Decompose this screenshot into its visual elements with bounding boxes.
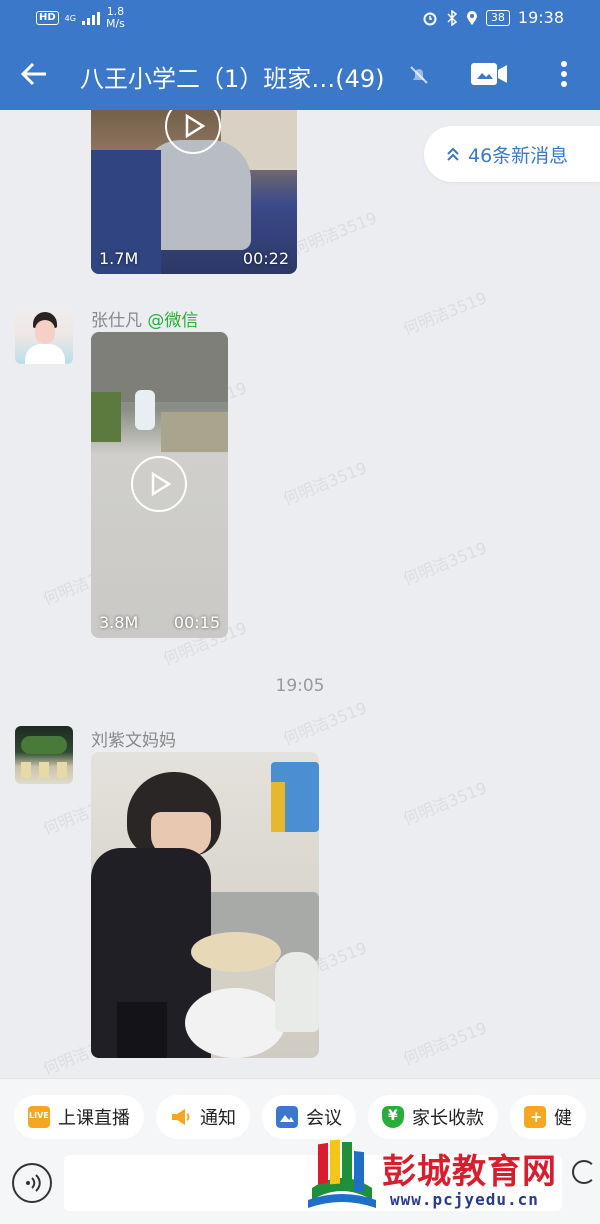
watermark: 何明洁3519 (400, 287, 490, 339)
bluetooth-icon (447, 9, 458, 26)
watermark: 何明洁3519 (400, 1017, 490, 1069)
video-duration: 00:15 (173, 613, 220, 632)
video-message[interactable]: 3.8M 00:15 (91, 332, 228, 638)
app-health[interactable]: + 健 (510, 1095, 586, 1139)
status-right: 38 19:38 (422, 8, 564, 27)
play-icon[interactable] (131, 456, 187, 512)
network-speed: 1.8 M/s (106, 6, 125, 30)
chat-title: 八王小学二（1）班家…(49) (80, 65, 385, 93)
mute-bell-icon (410, 66, 428, 84)
app-label: 健 (554, 1108, 572, 1129)
status-time: 19:38 (517, 8, 564, 27)
image-message[interactable] (91, 752, 319, 1058)
voice-icon (26, 1174, 41, 1192)
watermark: 何明洁3519 (280, 457, 370, 509)
yuan-shield-icon: ¥ (382, 1106, 404, 1128)
chat-area[interactable]: 何明洁3519 何明洁3519 何明洁3519 何明洁3519 何明洁3519 … (0, 110, 600, 1078)
app-live-class[interactable]: LIVE 上课直播 (14, 1095, 144, 1139)
video-size: 3.8M (99, 613, 139, 632)
meeting-icon (276, 1106, 298, 1128)
new-messages-label: 46条新消息 (468, 144, 569, 167)
watermark: 何明洁3519 (400, 537, 490, 589)
sender-label: 刘紫文妈妈 (91, 731, 176, 751)
video-call-icon[interactable] (470, 60, 508, 88)
app-label: 上课直播 (58, 1108, 130, 1129)
speed-unit: M/s (105, 17, 125, 30)
avatar[interactable] (15, 306, 73, 364)
status-left: HD 4G 1.8 M/s (36, 6, 125, 30)
watermark: 何明洁3519 (400, 777, 490, 829)
sender-name: 张仕凡 @微信 (91, 306, 198, 331)
sender-source: @微信 (147, 311, 199, 331)
watermark: 何明洁3519 (280, 697, 370, 749)
video-duration: 00:22 (242, 249, 289, 268)
health-icon-badge: + (530, 1108, 543, 1126)
sender-label: 张仕凡 (91, 311, 142, 331)
app-notice[interactable]: 通知 (156, 1095, 250, 1139)
live-icon: LIVE (28, 1106, 50, 1128)
double-chevron-up-icon (447, 147, 459, 161)
voice-input-button[interactable] (12, 1163, 52, 1203)
signal-icon (81, 11, 100, 25)
video-message[interactable]: 1.7M 00:22 (91, 110, 297, 274)
location-icon (466, 10, 477, 25)
megaphone-icon (172, 1109, 190, 1125)
app-label: 家长收款 (412, 1108, 484, 1129)
title-bar: 八王小学二（1）班家…(49) (0, 38, 600, 110)
more-options-icon[interactable] (552, 56, 576, 92)
battery-icon: 38 (485, 9, 510, 26)
logo-name: 彭城教育网 (382, 1152, 557, 1192)
app-parent-payment[interactable]: ¥ 家长收款 (368, 1095, 498, 1139)
app-shortcuts: LIVE 上课直播 通知 会议 ¥ 家长收款 + 健 (14, 1095, 586, 1139)
sender-name: 刘紫文妈妈 (91, 726, 176, 751)
app-label: 通知 (200, 1108, 236, 1129)
alarm-icon (423, 12, 437, 25)
video-size: 1.7M (99, 249, 139, 268)
message-timestamp: 19:05 (275, 676, 325, 696)
app-meeting[interactable]: 会议 (262, 1095, 356, 1139)
site-logo: 彭城教育网 www.pcjyedu.cn (306, 1138, 596, 1218)
logo-url: www.pcjyedu.cn (390, 1190, 539, 1209)
app-label: 会议 (306, 1108, 342, 1129)
new-messages-button[interactable]: 46条新消息 (424, 126, 600, 182)
live-icon-badge: LIVE (29, 1111, 49, 1120)
watermark: 何明洁3519 (290, 207, 380, 259)
network-type: 4G (64, 13, 76, 23)
book-logo-icon (308, 1139, 376, 1208)
hd-badge: HD (36, 11, 59, 25)
avatar[interactable] (15, 726, 73, 784)
status-bar: HD 4G 1.8 M/s 38 19:38 (0, 0, 600, 38)
back-arrow-icon[interactable] (18, 58, 50, 90)
health-icon: + (524, 1106, 546, 1128)
yuan-shield-badge: ¥ (388, 1108, 398, 1124)
